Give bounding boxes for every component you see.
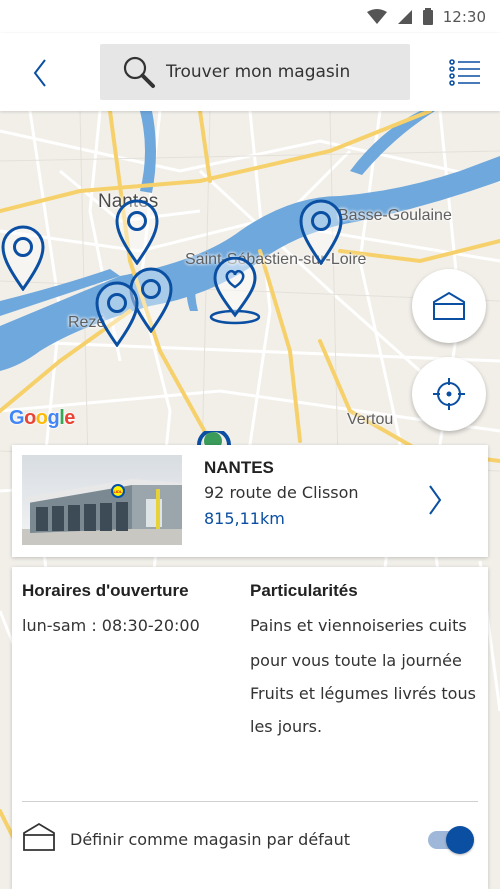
google-logo-letter: g [47, 407, 60, 429]
chevron-left-icon [33, 59, 46, 87]
store-logo-text: LIDL [114, 489, 123, 494]
features-line: pour vous toute la journée [250, 651, 462, 670]
list-view-button[interactable] [447, 55, 483, 91]
features-line: les jours. [250, 717, 323, 736]
store-name: NANTES [204, 458, 274, 477]
store-card[interactable]: LIDL NANTES 92 route de Clisson 815,11km [12, 445, 488, 557]
status-bar: 12:30 [0, 0, 500, 33]
default-store-row[interactable]: Définir comme magasin par défaut [12, 802, 488, 872]
store-pin[interactable] [94, 281, 140, 347]
my-location-button[interactable] [412, 357, 486, 431]
store-pin[interactable] [0, 225, 46, 291]
default-store-label: Définir comme magasin par défaut [70, 830, 351, 849]
google-logo: Google [9, 407, 75, 430]
features-line: Fruits et légumes livrés tous [250, 684, 476, 703]
store-icon [433, 291, 465, 320]
wifi-icon [366, 8, 387, 24]
store-icon [23, 822, 55, 851]
battery-icon [422, 8, 433, 25]
opening-hours-title: Horaires d'ouverture [22, 581, 189, 600]
store-distance: 815,11km [204, 509, 285, 528]
home-store-button[interactable] [412, 269, 486, 343]
store-pin[interactable] [114, 199, 160, 265]
store-photo: LIDL [22, 455, 182, 545]
google-logo-letter: o [24, 407, 36, 429]
google-logo-letter: G [9, 407, 25, 429]
toggle-knob [446, 826, 474, 854]
search-input[interactable]: Trouver mon magasin [100, 44, 410, 100]
store-pin[interactable] [298, 199, 344, 265]
default-store-toggle[interactable] [426, 826, 476, 854]
opening-hours-value: lun-sam : 08:30-20:00 [22, 616, 200, 635]
status-time: 12:30 [442, 7, 486, 26]
features-line: Pains et viennoiseries cuits [250, 616, 467, 635]
features-title: Particularités [250, 581, 358, 600]
google-logo-letter: o [35, 407, 48, 429]
google-logo-letter: e [64, 407, 75, 429]
signal-icon [397, 9, 412, 24]
store-details-card: Horaires d'ouverture lun-sam : 08:30-20:… [12, 567, 488, 889]
store-pin[interactable] [194, 431, 234, 445]
list-icon [449, 59, 480, 86]
map-label-basse-goulaine: Basse-Goulaine [338, 207, 452, 224]
chevron-right-icon[interactable] [422, 483, 446, 517]
map-label-vertou: Vertou [347, 411, 394, 428]
search-icon [123, 56, 155, 88]
crosshair-icon [433, 378, 465, 410]
app-bar: Trouver mon magasin [0, 33, 500, 111]
store-address: 92 route de Clisson [204, 483, 359, 502]
search-placeholder: Trouver mon magasin [166, 62, 351, 82]
selected-store-pin[interactable] [208, 257, 262, 325]
back-button[interactable] [22, 55, 58, 91]
